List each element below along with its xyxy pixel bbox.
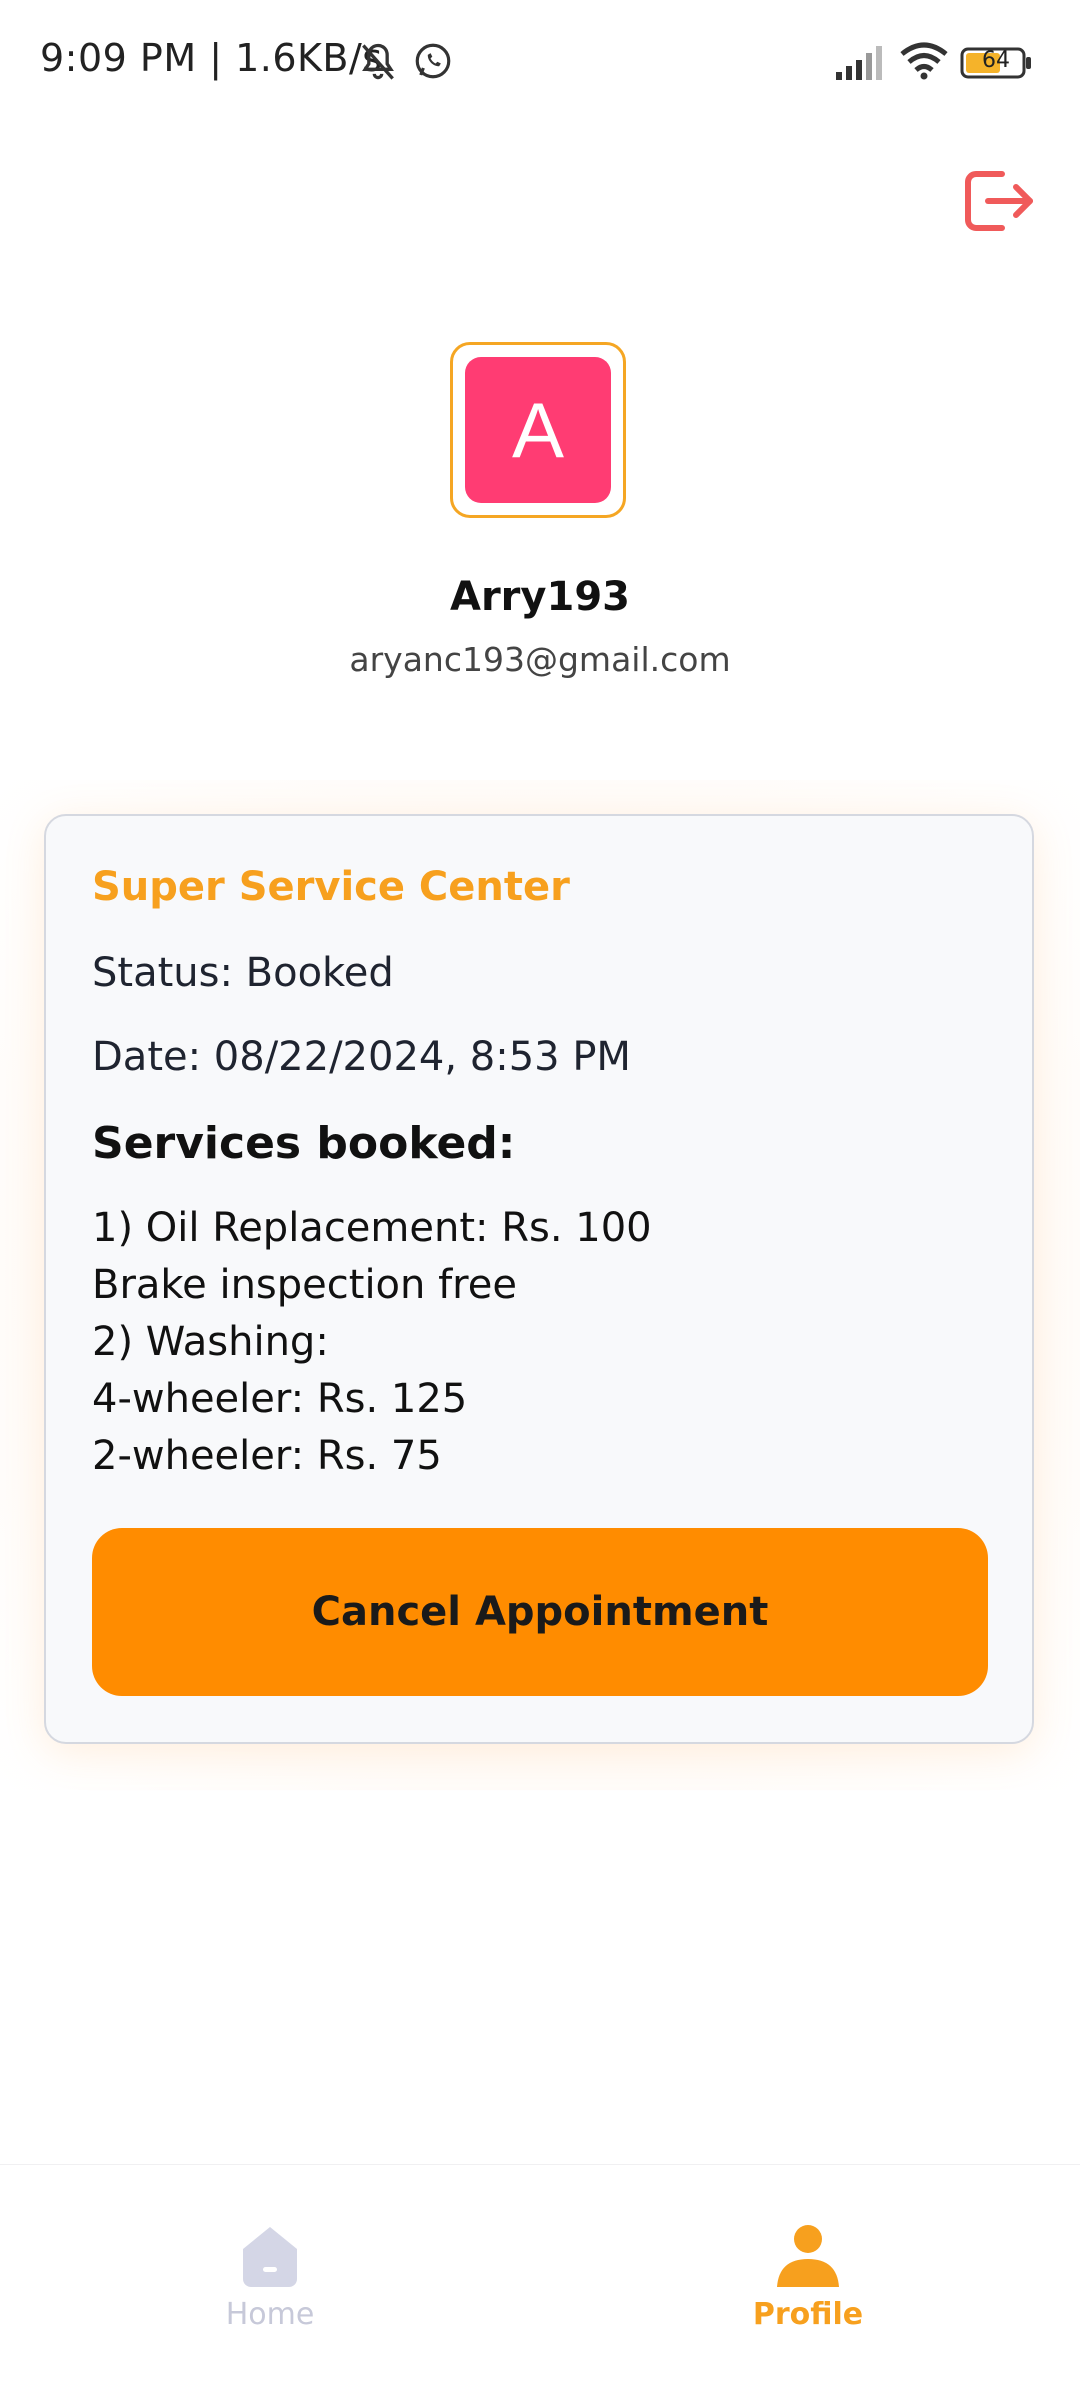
service-center-name: Super Service Center <box>92 864 570 910</box>
cancel-appointment-button[interactable]: Cancel Appointment <box>92 1528 988 1696</box>
user-email: aryanc193@gmail.com <box>349 640 731 679</box>
service-line: 1) Oil Replacement: Rs. 100 <box>92 1205 652 1251</box>
profile-screen: 9:09 PM | 1.6KB/s 64 A Arry193 aryanc193… <box>0 0 1080 2400</box>
signal-icon <box>836 46 882 80</box>
user-name: Arry193 <box>450 574 630 620</box>
avatar-frame: A <box>450 342 626 518</box>
appointment-status: Status: Booked <box>92 950 394 996</box>
wifi-icon <box>900 42 948 80</box>
nav-item-home[interactable]: Home <box>170 2221 370 2332</box>
service-line: 4-wheeler: Rs. 125 <box>92 1376 468 1422</box>
bottom-nav: Home Profile <box>0 2164 1080 2400</box>
services-heading: Services booked: <box>92 1118 516 1169</box>
nav-label-profile: Profile <box>752 2297 864 2332</box>
service-item: 2) Washing: 4-wheeler: Rs. 125 2-wheeler… <box>92 1314 467 1485</box>
status-time-speed: 9:09 PM | 1.6KB/s <box>40 36 383 80</box>
battery-level: 64 <box>982 48 1010 73</box>
service-item: 1) Oil Replacement: Rs. 100 Brake inspec… <box>92 1200 652 1314</box>
nav-item-profile[interactable]: Profile <box>708 2221 908 2332</box>
service-line: Brake inspection free <box>92 1262 517 1308</box>
profile-icon <box>777 2225 839 2287</box>
service-line: 2-wheeler: Rs. 75 <box>92 1433 442 1479</box>
bell-off-icon <box>362 43 394 80</box>
status-bar: 9:09 PM | 1.6KB/s 64 <box>0 0 1080 120</box>
avatar: A <box>465 357 611 503</box>
logout-icon[interactable] <box>962 166 1036 236</box>
appointment-card: Super Service Center Status: Booked Date… <box>44 814 1034 1744</box>
nav-label-home: Home <box>225 2297 315 2332</box>
whatsapp-icon <box>415 43 451 79</box>
service-line: 2) Washing: <box>92 1319 329 1365</box>
appointment-date: Date: 08/22/2024, 8:53 PM <box>92 1034 631 1080</box>
home-icon <box>243 2227 297 2287</box>
